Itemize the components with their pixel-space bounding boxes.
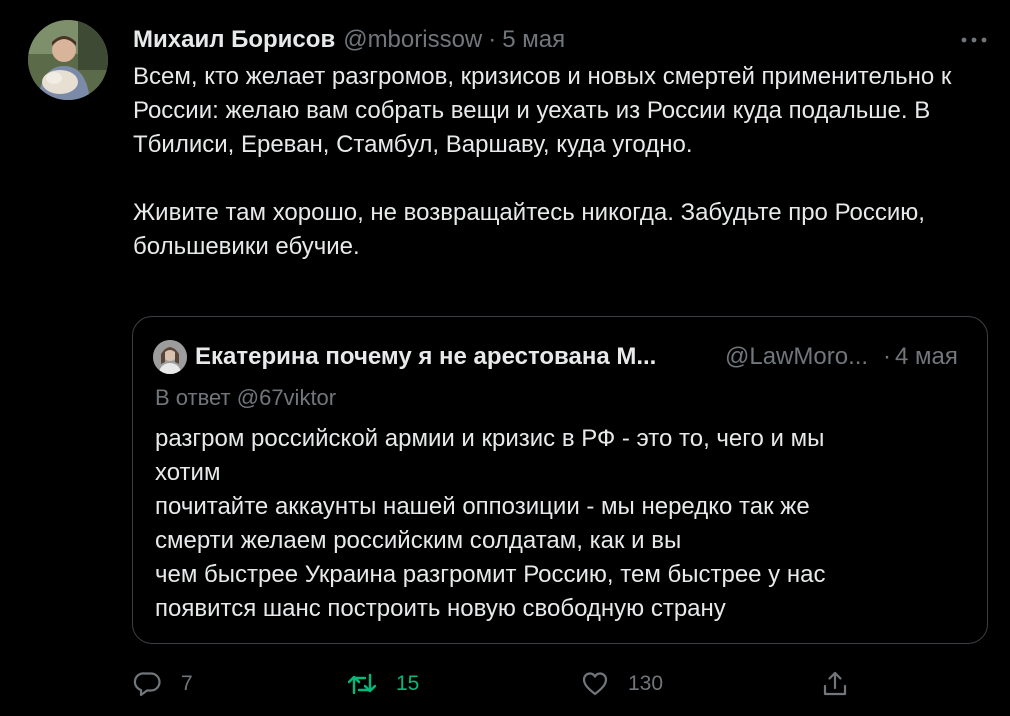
quoted-author-avatar [153,340,187,374]
tweet-date[interactable]: 5 мая [502,26,565,54]
quoted-text-line: смерти желаем российским солдатам, как и… [155,527,682,554]
author-handle[interactable]: @mborissow [343,26,482,54]
quoted-tweet[interactable]: Екатерина почему я не арестована М... @L… [132,316,988,644]
quoted-author-handle: @LawMoro... [725,343,869,370]
tweet-header: Михаил Борисов @mborissow · 5 мая [133,24,565,56]
share-icon [820,669,850,699]
reply-icon [133,669,163,699]
author-avatar[interactable] [28,20,108,100]
quoted-author-name: Екатерина почему я не арестована М... [195,343,657,370]
separator-dot: · [488,26,497,53]
reply-count: 7 [181,672,193,695]
quoted-text-line: чем быстрее Украина разгромит Россию, те… [155,561,826,588]
quoted-text-line: почитайте аккаунты нашей оппозиции - мы … [155,493,810,520]
tweet-paragraph: Живите там хорошо, не возвращайтесь нико… [133,199,925,260]
like-count: 130 [628,672,664,695]
like-icon [580,669,610,699]
tweet-paragraph: Всем, кто желает разгромов, кризисов и н… [133,63,952,158]
retweet-button[interactable]: 15 [346,662,419,706]
more-options-icon[interactable] [960,30,988,50]
reply-button[interactable]: 7 [133,662,193,706]
quoted-tweet-date: 4 мая [895,343,958,370]
share-button[interactable] [820,662,850,706]
like-button[interactable]: 130 [580,662,663,706]
quoted-text-line: разгром российской армии и кризис в РФ -… [155,425,825,452]
quoted-text-line: хотим [155,459,221,486]
retweet-count: 15 [396,672,420,695]
quoted-text-line: появится шанс построить новую свободную … [155,595,726,622]
tweet: Михаил Борисов @mborissow · 5 мая Всем, … [0,0,1010,716]
quoted-tweet-header: Екатерина почему я не арестована М... @L… [153,339,967,375]
tweet-actions: 7 15 130 [0,662,1010,706]
quoted-tweet-text: разгром российской армии и кризис в РФ -… [155,422,955,626]
tweet-text: Всем, кто желает разгромов, кризисов и н… [133,60,993,264]
retweet-icon [346,669,378,699]
reply-to-label: В ответ @67viktor [155,385,337,410]
author-name[interactable]: Михаил Борисов [133,26,335,54]
separator-dot: · [883,343,891,370]
